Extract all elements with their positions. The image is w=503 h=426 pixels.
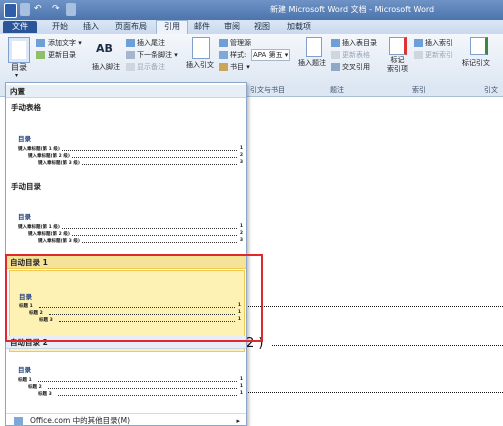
toc-preview-title: 目录 [18,135,31,143]
bibliography-button[interactable]: 书目 ▾ [230,62,250,72]
group-label-citations: 引文与书目 [250,86,285,94]
insert-footnote-icon: AB [96,42,113,55]
insert-index-button[interactable]: 插入索引 [425,38,453,48]
tab-mailings[interactable]: 邮件 [190,21,214,33]
toc-icon[interactable] [8,37,30,63]
tab-home[interactable]: 开始 [46,21,74,33]
manage-sources-button[interactable]: 管理源 [230,38,251,48]
toc-preview-title: 目录 [18,213,31,221]
document-dotted-line [272,345,503,346]
group-label-index: 索引 [412,86,426,94]
update-index-button[interactable]: 更新索引 [425,50,453,60]
tab-references[interactable]: 引用 [156,20,188,35]
redo-icon[interactable]: ↷ [52,3,62,16]
update-toc-icon [36,51,45,59]
toc-preview-row: 键入章标题(第 3 级) 3 [38,160,243,166]
tab-page-layout[interactable]: 页面布局 [108,21,154,33]
cross-reference-icon [331,63,340,71]
show-notes-icon [126,63,135,71]
gallery-header-builtin: 内置 [6,85,246,98]
mark-entry-icon [389,37,407,55]
next-footnote-button[interactable]: 下一条脚注 ▾ [137,50,178,60]
bibliography-icon [219,63,228,71]
toc-preview-row: 键入章标题(第 1 级) 1 [18,224,243,230]
update-index-icon [414,51,423,59]
save-icon[interactable] [20,3,30,16]
toc-preview-row: 标题 21 [28,384,243,390]
customize-quick-access-icon[interactable] [66,3,76,16]
toc-button[interactable]: 目录 [11,62,27,73]
style-label: 样式: [230,51,247,59]
highlight-annotation-box [5,254,263,342]
add-text-button[interactable]: 添加文字 ▾ [48,38,82,48]
toc-dropdown-arrow-icon[interactable]: ▾ [15,72,18,79]
tab-file[interactable]: 文件 [3,21,37,33]
insert-caption-icon [306,37,322,57]
manage-sources-icon [219,39,228,47]
toc-preview-row: 键入章标题(第 3 级) 3 [38,238,243,244]
update-toc-button[interactable]: 更新目录 [48,50,76,60]
toc-preview-row: 标题 31 [38,391,243,397]
cross-reference-button[interactable]: 交叉引用 [342,62,370,72]
window-title: 新建 Microsoft Word 文档 - Microsoft Word [270,5,435,14]
group-label-captions: 题注 [330,86,344,94]
undo-icon[interactable]: ↶ [34,3,48,16]
ribbon: 目录 ▾ 添加文字 ▾ 更新目录 AB 插入脚注 插入尾注 下一条脚注 ▾ 显示… [0,34,503,85]
update-table-button[interactable]: 更新表格 [342,50,370,60]
insert-caption-button[interactable]: 插入题注 [298,58,326,68]
menu-item-more-office-toc[interactable]: Office.com 中的其他目录(M) ▸ [6,414,246,425]
ribbon-tabs: 文件 开始 插入 页面布局 引用 邮件 审阅 视图 加载项 [0,20,503,35]
toc-preview-row: 标题 11 [18,377,243,383]
show-notes-button[interactable]: 显示备注 [137,62,165,72]
group-label-authorities: 引文 [484,86,498,94]
insert-citation-button[interactable]: 插入引文 [186,60,214,70]
insert-table-of-figures-icon [331,39,340,47]
insert-table-of-figures-button[interactable]: 插入表目录 [342,38,377,48]
document-dotted-line [248,306,503,307]
tab-review[interactable]: 审阅 [220,21,244,33]
insert-endnote-icon [126,39,135,47]
insert-index-icon [414,39,423,47]
document-dotted-line [248,392,503,393]
toc-preview-row: 键入章标题(第 2 级) 2 [28,153,243,159]
gallery-label-manual-toc: 手动目录 [11,182,41,191]
style-icon [219,51,228,59]
gallery-item-manual-table[interactable]: 目录 键入章标题(第 1 级) 1 键入章标题(第 2 级) 2 键入章标题(第 3… [6,113,246,178]
mark-entry-button[interactable]: 标记 索引项 [387,56,408,74]
insert-endnote-button[interactable]: 插入尾注 [137,38,165,48]
gallery-label-manual-table: 手动表格 [11,103,41,112]
mark-citation-icon [470,37,488,55]
title-bar: ↶ ↷ 新建 Microsoft Word 文档 - Microsoft Wor… [0,0,503,20]
tab-view[interactable]: 视图 [250,21,274,33]
menu-item-label: Office.com 中的其他目录(M) [30,416,131,425]
add-text-icon [36,39,45,47]
insert-citation-icon [192,37,210,59]
style-select[interactable]: APA 第五 ▾ [251,49,291,61]
toc-preview-title: 目录 [18,366,31,374]
gallery-item-auto-toc-2[interactable]: 目录 标题 11 标题 21 标题 31 [6,350,246,412]
insert-footnote-button[interactable]: 插入脚注 [92,62,120,72]
mark-citation-button[interactable]: 标记引文 [462,58,490,68]
gallery-item-manual-toc[interactable]: 目录 键入章标题(第 1 级) 1 键入章标题(第 2 级) 2 键入章标题(第 3… [6,193,246,255]
toc-preview-row: 键入章标题(第 2 级) 2 [28,231,243,237]
tab-add-ins[interactable]: 加载项 [282,21,316,33]
update-table-icon [331,51,340,59]
word-icon [4,3,17,18]
submenu-arrow-icon: ▸ [236,417,240,425]
tab-insert[interactable]: 插入 [78,21,104,33]
toc-preview-row: 键入章标题(第 1 级) 1 [18,146,243,152]
next-footnote-icon [126,51,135,59]
